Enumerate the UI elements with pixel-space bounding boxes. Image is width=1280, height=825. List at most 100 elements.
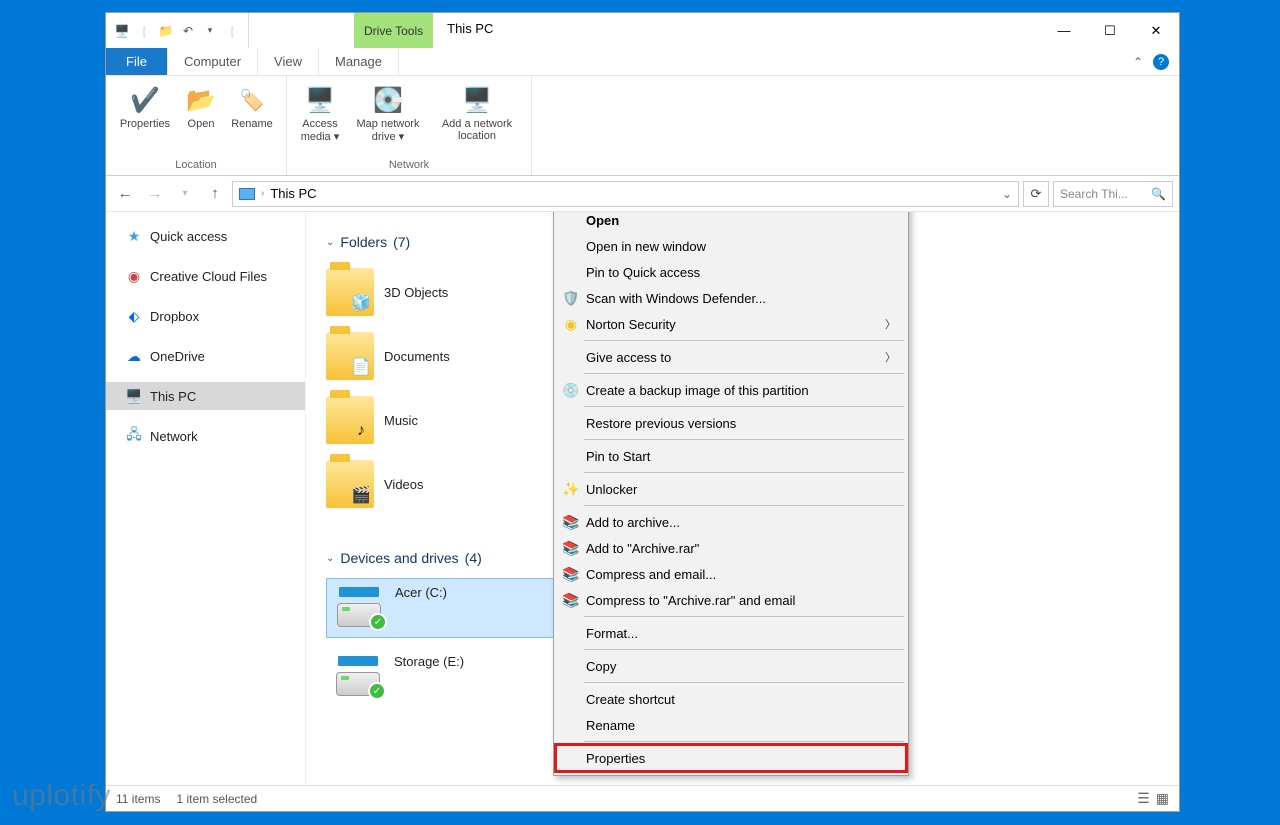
books-icon: 📚 (562, 591, 580, 609)
ribbon-access-media[interactable]: 🖥️ Access media ▾ (295, 80, 345, 147)
folder-icon: ♪ (326, 396, 374, 444)
ctx-add-archive[interactable]: 📚Add to archive... (556, 509, 906, 535)
ctx-format[interactable]: Format... (556, 620, 906, 646)
folder-music[interactable]: ♪ Music (326, 390, 566, 450)
sidebar-quick-access[interactable]: ★ Quick access (106, 222, 305, 250)
search-placeholder: Search Thi... (1060, 187, 1128, 201)
ribbon-group-location-label: Location (175, 157, 217, 173)
tab-manage[interactable]: Manage (319, 48, 399, 75)
icons-view-icon[interactable]: ▦ (1156, 790, 1169, 807)
ctx-norton-security[interactable]: ◉Norton Security〉 (556, 311, 906, 337)
ctx-separator (584, 616, 904, 617)
this-pc-icon (239, 188, 255, 200)
folder-icon: 📄 (326, 332, 374, 380)
sidebar-network[interactable]: 🖧 Network (106, 422, 305, 450)
star-icon: ★ (126, 228, 142, 244)
breadcrumb-caret[interactable]: › (261, 188, 264, 199)
ctx-compress-email[interactable]: 📚Compress and email... (556, 561, 906, 587)
recent-dropdown[interactable]: ▾ (172, 181, 198, 207)
monitor-icon: 🖥️ (461, 84, 493, 116)
ribbon-properties[interactable]: ✔️ Properties (114, 80, 176, 134)
ctx-separator (584, 439, 904, 440)
ctx-separator (584, 472, 904, 473)
close-button[interactable]: ✕ (1133, 13, 1179, 48)
folder-add-icon[interactable]: 📁 (158, 23, 174, 39)
ctx-copy[interactable]: Copy (556, 653, 906, 679)
ctx-separator (584, 682, 904, 683)
sidebar-this-pc[interactable]: 🖥️ This PC (106, 382, 305, 410)
media-icon: 🖥️ (304, 84, 336, 116)
tab-file[interactable]: File (106, 48, 168, 75)
folder-videos[interactable]: 🎬 Videos (326, 454, 566, 514)
title-bar: 🖥️ | 📁 ↶ ▾ | Drive Tools This PC ― ☐ ✕ (106, 13, 1179, 48)
ctx-rename[interactable]: Rename (556, 712, 906, 738)
minimize-button[interactable]: ― (1041, 13, 1087, 48)
wand-icon: ✨ (562, 480, 580, 498)
creative-cloud-icon: ◉ (126, 268, 142, 284)
details-view-icon[interactable]: ☰ (1137, 790, 1150, 807)
ribbon-map-drive[interactable]: 💽 Map network drive ▾ (349, 80, 427, 147)
folder-3d-objects[interactable]: 🧊 3D Objects (326, 262, 566, 322)
refresh-button[interactable]: ⟳ (1023, 181, 1049, 207)
ribbon-add-network-location[interactable]: 🖥️ Add a network location (431, 80, 523, 146)
ctx-unlocker[interactable]: ✨Unlocker (556, 476, 906, 502)
up-button[interactable]: ↑ (202, 181, 228, 207)
quick-access-toolbar: 🖥️ | 📁 ↶ ▾ | (106, 13, 249, 48)
ribbon-open[interactable]: 📂 Open (180, 80, 222, 134)
sidebar-creative-cloud[interactable]: ◉ Creative Cloud Files (106, 262, 305, 290)
qat-dropdown-icon[interactable]: ▾ (202, 23, 218, 39)
folder-icon: 🧊 (326, 268, 374, 316)
window-controls: ― ☐ ✕ (1041, 13, 1179, 48)
ctx-compress-rar-email[interactable]: 📚Compress to "Archive.rar" and email (556, 587, 906, 613)
ribbon-rename[interactable]: 🏷️ Rename (226, 80, 278, 134)
ctx-open[interactable]: Open (556, 212, 906, 233)
document-icon: 📄 (350, 356, 372, 378)
maximize-button[interactable]: ☐ (1087, 13, 1133, 48)
drive-tools-tab[interactable]: Drive Tools (354, 13, 433, 48)
backup-icon: 💿 (562, 381, 580, 399)
forward-button[interactable]: → (142, 181, 168, 207)
drive-network-icon: 💽 (372, 84, 404, 116)
status-selected: 1 item selected (176, 792, 257, 806)
sidebar-dropbox[interactable]: ⬖ Dropbox (106, 302, 305, 330)
norton-icon: ◉ (562, 315, 580, 333)
back-button[interactable]: ← (112, 181, 138, 207)
properties-icon: ✔️ (129, 84, 161, 116)
address-bar[interactable]: › This PC ⌄ (232, 181, 1019, 207)
ctx-give-access[interactable]: Give access to〉 (556, 344, 906, 370)
ctx-create-shortcut[interactable]: Create shortcut (556, 686, 906, 712)
ctx-add-rar[interactable]: 📚Add to "Archive.rar" (556, 535, 906, 561)
watermark: uplotify (12, 779, 111, 813)
navigation-pane: ★ Quick access ◉ Creative Cloud Files ⬖ … (106, 212, 306, 785)
ctx-separator (584, 406, 904, 407)
shield-icon: 🛡️ (562, 289, 580, 307)
qat-divider: | (224, 23, 240, 39)
music-note-icon: ♪ (350, 420, 372, 442)
ctx-pin-quick-access[interactable]: Pin to Quick access (556, 259, 906, 285)
caret-down-icon: ⌄ (326, 237, 334, 248)
ribbon-collapse-icon[interactable]: ⌃ (1133, 55, 1143, 69)
folder-documents[interactable]: 📄 Documents (326, 326, 566, 386)
ribbon-group-network: 🖥️ Access media ▾ 💽 Map network drive ▾ … (287, 76, 532, 175)
open-folder-icon: 📂 (185, 84, 217, 116)
ctx-open-new-window[interactable]: Open in new window (556, 233, 906, 259)
undo-icon[interactable]: ↶ (180, 23, 196, 39)
address-dropdown[interactable]: ⌄ (1002, 187, 1012, 201)
tab-computer[interactable]: Computer (168, 48, 258, 75)
ctx-scan-defender[interactable]: 🛡️Scan with Windows Defender... (556, 285, 906, 311)
books-icon: 📚 (562, 565, 580, 583)
ctx-restore-previous[interactable]: Restore previous versions (556, 410, 906, 436)
tab-view[interactable]: View (258, 48, 319, 75)
status-item-count: 11 items (116, 792, 160, 806)
window-title: This PC (433, 13, 507, 48)
hard-drive-icon: ✓ (333, 585, 385, 627)
ctx-properties[interactable]: Properties (556, 745, 906, 771)
sidebar-onedrive[interactable]: ☁ OneDrive (106, 342, 305, 370)
ctx-pin-start[interactable]: Pin to Start (556, 443, 906, 469)
dropbox-icon: ⬖ (126, 308, 142, 324)
search-box[interactable]: Search Thi... 🔍 (1053, 181, 1173, 207)
folder-icon: 🎬 (326, 460, 374, 508)
ctx-create-backup[interactable]: 💿Create a backup image of this partition (556, 377, 906, 403)
breadcrumb-this-pc[interactable]: This PC (270, 186, 316, 201)
help-icon[interactable]: ? (1153, 54, 1169, 70)
